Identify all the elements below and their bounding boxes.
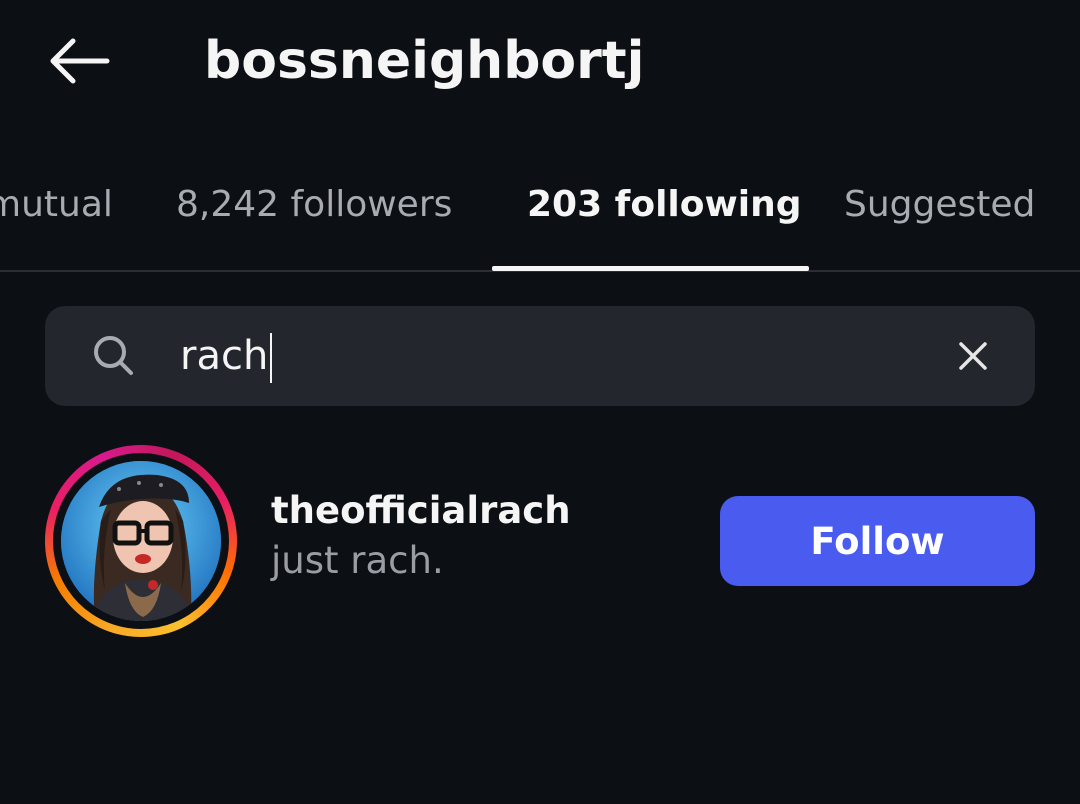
clear-search-button[interactable] — [950, 333, 996, 379]
search-icon — [94, 336, 133, 375]
story-ring[interactable] — [45, 445, 237, 637]
search-input[interactable]: rach — [180, 326, 920, 386]
tab-bar: mutual 8,242 followers 203 following Sug… — [0, 160, 1080, 272]
list-item[interactable]: theofficialrach just rach. Follow — [0, 440, 1080, 650]
avatar-illustration — [61, 461, 221, 621]
avatar — [61, 461, 221, 621]
following-screen: bossneighbortj mutual 8,242 followers 20… — [0, 0, 1080, 804]
tab-followers[interactable]: 8,242 followers — [176, 182, 452, 228]
tab-mutual[interactable]: mutual — [0, 182, 113, 228]
username[interactable]: theofficialrach — [271, 488, 571, 534]
text-cursor — [270, 333, 272, 383]
tab-suggested[interactable]: Suggested — [844, 182, 1035, 228]
follow-button[interactable]: Follow — [720, 496, 1035, 586]
user-bio: just rach. — [271, 539, 444, 582]
back-arrow-icon — [50, 38, 110, 84]
close-icon — [959, 342, 987, 370]
tab-following[interactable]: 203 following — [527, 182, 801, 228]
back-button[interactable] — [40, 30, 118, 92]
page-title: bossneighbortj — [204, 31, 645, 91]
active-tab-indicator — [492, 266, 809, 271]
